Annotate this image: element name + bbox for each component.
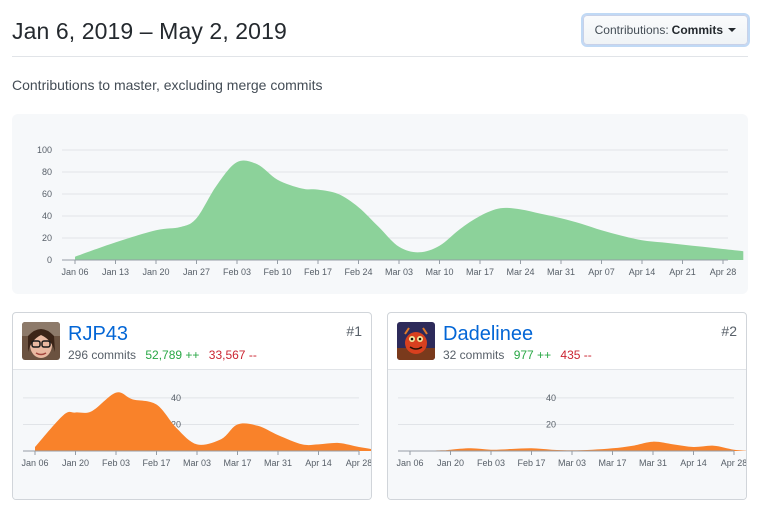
avatar[interactable] — [397, 322, 435, 360]
contributor-card-header: Dadelinee 32 commits 977 ++ 435 -- #2 — [388, 313, 746, 370]
y-tick-label: 100 — [37, 145, 52, 155]
contributor-name-link[interactable]: RJP43 — [68, 323, 128, 346]
x-tick-label: Mar 03 — [558, 458, 586, 468]
x-tick-label: Apr 28 — [346, 458, 371, 468]
x-tick-label: Feb 10 — [263, 267, 291, 277]
x-tick-label: Jan 06 — [61, 267, 88, 277]
deletions-count: 435 -- — [560, 348, 592, 362]
contributor-stats: 32 commits 977 ++ 435 -- — [443, 348, 592, 362]
x-tick-label: Feb 17 — [142, 458, 170, 468]
chevron-down-icon — [728, 28, 736, 32]
area-series — [410, 441, 746, 451]
y-tick-label: 40 — [546, 393, 556, 403]
x-tick-label: Apr 14 — [680, 458, 707, 468]
x-tick-label: Feb 03 — [477, 458, 505, 468]
x-tick-label: Jan 27 — [183, 267, 210, 277]
x-tick-label: Mar 17 — [223, 458, 251, 468]
commit-count: 32 commits — [443, 348, 505, 362]
x-tick-label: Mar 31 — [264, 458, 292, 468]
contributor-name-link[interactable]: Dadelinee — [443, 323, 533, 346]
contributor-stats: 296 commits 52,789 ++ 33,567 -- — [68, 348, 257, 362]
contributions-dropdown-button[interactable]: Contributions: Commits — [582, 15, 748, 45]
y-tick-label: 20 — [42, 233, 52, 243]
x-tick-label: Mar 31 — [639, 458, 667, 468]
x-tick-label: Jan 06 — [21, 458, 48, 468]
contributor-area-chart: 20 40 Jan 06 Jan 20 Feb 03 Feb 17 Mar 03 Mar 17… — [396, 393, 746, 468]
x-tick-label: Jan 13 — [102, 267, 129, 277]
additions-count: 977 ++ — [513, 348, 552, 362]
y-tick-label: 60 — [42, 189, 52, 199]
contributor-card-header: RJP43 296 commits 52,789 ++ 33,567 -- #1 — [13, 313, 371, 370]
x-tick-label: Feb 03 — [223, 267, 251, 277]
x-tick-label: Feb 03 — [102, 458, 130, 468]
contributor-area-chart: 2040Jan 06 Jan 20 Feb 03 Feb 17 Mar 03 Mar 17… — [21, 392, 371, 468]
x-tick-label: Feb 24 — [344, 267, 372, 277]
contributions-dropdown-label: Contributions: — [594, 23, 669, 37]
x-tick-label: Mar 03 — [385, 267, 413, 277]
contributor-activity-chart: 20 40 Jan 06 Jan 20 Feb 03 Feb 17 Mar 03 Mar 17… — [13, 370, 371, 499]
x-tick-label: Feb 17 — [304, 267, 332, 277]
area-series — [75, 160, 744, 260]
x-tick-label: Mar 17 — [598, 458, 626, 468]
contributions-subtitle: Contributions to master, excluding merge… — [12, 77, 323, 93]
x-tick-label: Jan 20 — [142, 267, 169, 277]
x-tick-label: Feb 17 — [517, 458, 545, 468]
y-tick-label: 0 — [47, 255, 52, 265]
commit-count: 296 commits — [68, 348, 137, 362]
y-tick-label: 40 — [42, 211, 52, 221]
area-series — [35, 392, 371, 451]
contributor-card-1: RJP43 296 commits 52,789 ++ 33,567 -- #1… — [12, 312, 372, 500]
x-tick-label: Mar 31 — [547, 267, 575, 277]
x-tick-label: Apr 07 — [588, 267, 615, 277]
additions-count: 52,789 ++ — [145, 348, 200, 362]
deletions-count: 33,567 -- — [208, 348, 257, 362]
x-tick-label: Apr 14 — [629, 267, 656, 277]
x-tick-label: Apr 28 — [721, 458, 746, 468]
x-tick-label: Jan 20 — [62, 458, 89, 468]
x-tick-label: Jan 06 — [396, 458, 423, 468]
y-tick-label: 80 — [42, 167, 52, 177]
page-header: Jan 6, 2019 – May 2, 2019 Contributions:… — [12, 0, 748, 57]
contributor-rank: #2 — [721, 323, 737, 339]
x-tick-label: Mar 24 — [506, 267, 534, 277]
x-tick-label: Apr 14 — [305, 458, 332, 468]
contributor-card-2: Dadelinee 32 commits 977 ++ 435 -- #2 20… — [387, 312, 747, 500]
y-tick-label: 40 — [171, 393, 181, 403]
y-tick-label: 20 — [546, 419, 556, 429]
x-tick-label: Apr 28 — [710, 267, 737, 277]
x-tick-label: Mar 03 — [183, 458, 211, 468]
contributor-rank: #1 — [346, 323, 362, 339]
contributor-activity-chart: 20 40 Jan 06 Jan 20 Feb 03 Feb 17 Mar 03 Mar 17… — [388, 370, 746, 499]
commits-over-time-chart: 0 20 40 60 80 100 Jan 06 Jan 13 Jan 20 Jan 27 Feb … — [12, 114, 748, 294]
avatar[interactable] — [22, 322, 60, 360]
date-range-title: Jan 6, 2019 – May 2, 2019 — [12, 18, 287, 44]
main-area-chart: 0 20 40 60 80 100 Jan 06 Jan 13 Jan 20 Jan 27 Feb … — [37, 145, 744, 277]
contributions-dropdown-value: Commits — [671, 23, 723, 37]
x-tick-label: Jan 20 — [437, 458, 464, 468]
x-tick-label: Apr 21 — [669, 267, 696, 277]
x-tick-label: Mar 17 — [466, 267, 494, 277]
x-tick-label: Mar 10 — [425, 267, 453, 277]
